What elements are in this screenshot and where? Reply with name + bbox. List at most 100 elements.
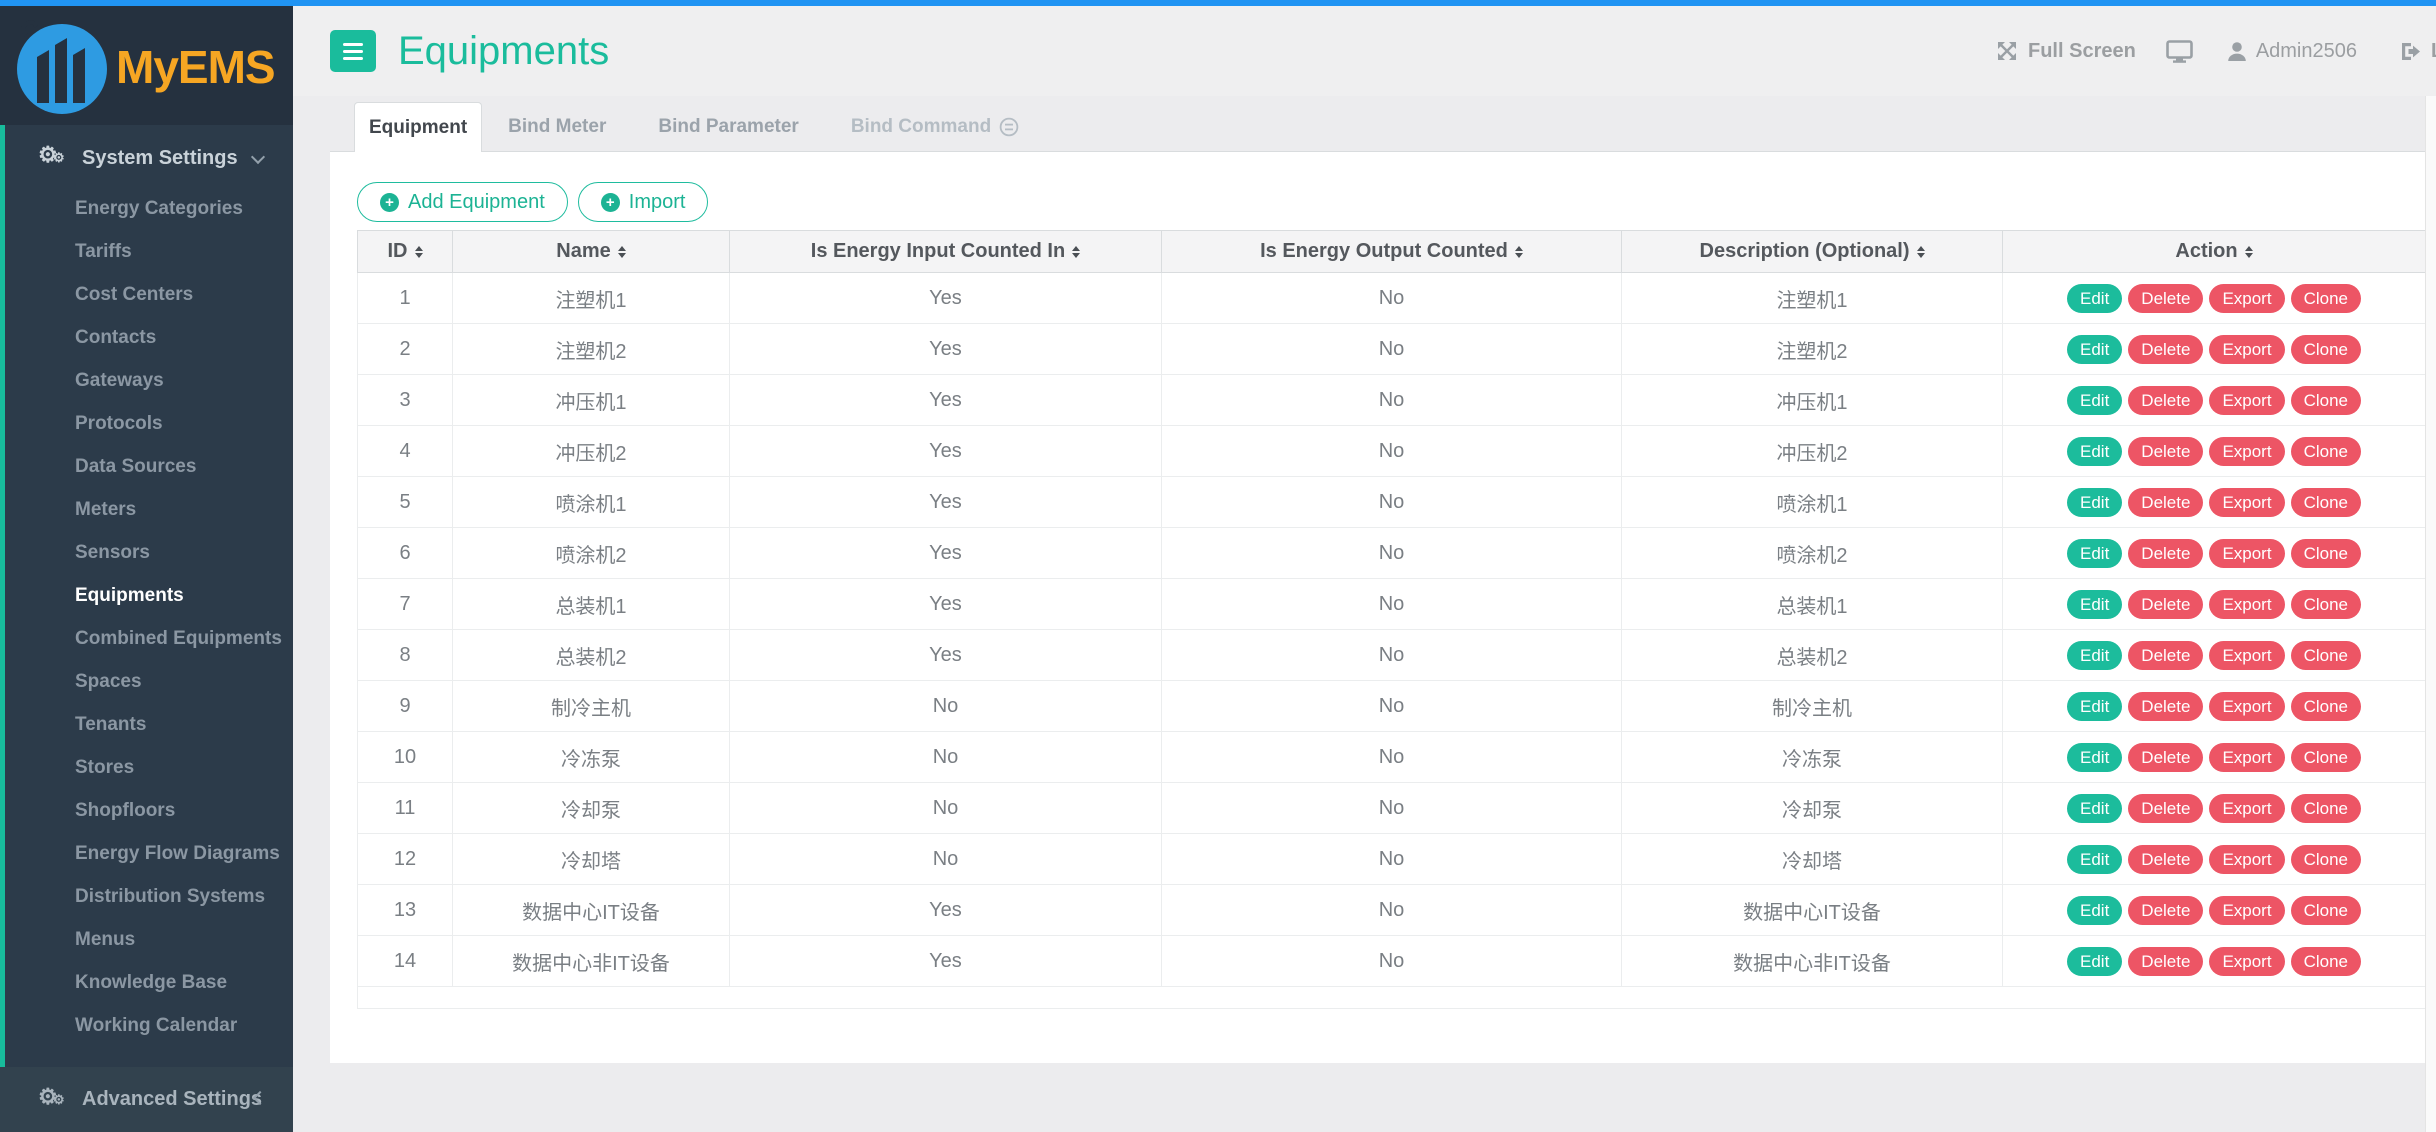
sidebar-item-distribution-systems[interactable]: Distribution Systems — [5, 875, 293, 918]
sidebar-section-system-settings[interactable]: ⚙⚙ System Settings — [5, 133, 293, 183]
edit-button[interactable]: Edit — [2067, 794, 2122, 823]
delete-button[interactable]: Delete — [2128, 539, 2203, 568]
full-screen-button[interactable]: Full Screen — [1995, 39, 2136, 63]
delete-button[interactable]: Delete — [2128, 488, 2203, 517]
sidebar-item-working-calendar[interactable]: Working Calendar — [5, 1004, 293, 1047]
delete-button[interactable]: Delete — [2128, 896, 2203, 925]
clone-button[interactable]: Clone — [2291, 641, 2361, 670]
column-header-input-counted[interactable]: Is Energy Input Counted In — [730, 231, 1162, 273]
delete-button[interactable]: Delete — [2128, 335, 2203, 364]
clone-button[interactable]: Clone — [2291, 335, 2361, 364]
export-button[interactable]: Export — [2209, 947, 2284, 976]
sidebar-item-combined-equipments[interactable]: Combined Equipments — [5, 617, 293, 660]
sidebar-item-knowledge-base[interactable]: Knowledge Base — [5, 961, 293, 1004]
import-button[interactable]: + Import — [578, 182, 709, 222]
add-equipment-button[interactable]: + Add Equipment — [357, 182, 568, 222]
clone-button[interactable]: Clone — [2291, 284, 2361, 313]
header-actions: Full Screen Admin2506 Log out — [1995, 6, 2436, 96]
export-button[interactable]: Export — [2209, 488, 2284, 517]
export-button[interactable]: Export — [2209, 641, 2284, 670]
clone-button[interactable]: Clone — [2291, 590, 2361, 619]
edit-button[interactable]: Edit — [2067, 743, 2122, 772]
clone-button[interactable]: Clone — [2291, 692, 2361, 721]
clone-button[interactable]: Clone — [2291, 488, 2361, 517]
column-header-action[interactable]: Action — [2003, 231, 2426, 273]
sidebar-section-advanced-settings[interactable]: ⚙⚙ Advanced Settings — [0, 1067, 293, 1132]
delete-button[interactable]: Delete — [2128, 947, 2203, 976]
export-button[interactable]: Export — [2209, 896, 2284, 925]
sidebar-item-sensors[interactable]: Sensors — [5, 531, 293, 574]
clone-button[interactable]: Clone — [2291, 845, 2361, 874]
sidebar-item-tariffs[interactable]: Tariffs — [5, 230, 293, 273]
sidebar-item-stores[interactable]: Stores — [5, 746, 293, 789]
delete-button[interactable]: Delete — [2128, 590, 2203, 619]
edit-button[interactable]: Edit — [2067, 692, 2122, 721]
sidebar-item-shopfloors[interactable]: Shopfloors — [5, 789, 293, 832]
sidebar-item-gateways[interactable]: Gateways — [5, 359, 293, 402]
user-menu[interactable]: Admin2506 — [2227, 40, 2357, 63]
export-button[interactable]: Export — [2209, 386, 2284, 415]
delete-button[interactable]: Delete — [2128, 794, 2203, 823]
delete-button[interactable]: Delete — [2128, 386, 2203, 415]
delete-button[interactable]: Delete — [2128, 845, 2203, 874]
logo[interactable]: MyEMS — [0, 0, 293, 125]
logout-button[interactable]: Log out — [2399, 40, 2436, 63]
delete-button[interactable]: Delete — [2128, 743, 2203, 772]
sidebar-item-protocols[interactable]: Protocols — [5, 402, 293, 445]
export-button[interactable]: Export — [2209, 692, 2284, 721]
sidebar-item-energy-flow-diagrams[interactable]: Energy Flow Diagrams — [5, 832, 293, 875]
edit-button[interactable]: Edit — [2067, 947, 2122, 976]
sidebar-item-tenants[interactable]: Tenants — [5, 703, 293, 746]
edit-button[interactable]: Edit — [2067, 488, 2122, 517]
tab-bind-meter[interactable]: Bind Meter — [482, 102, 632, 152]
sidebar-item-spaces[interactable]: Spaces — [5, 660, 293, 703]
sidebar-item-energy-categories[interactable]: Energy Categories — [5, 187, 293, 230]
clone-button[interactable]: Clone — [2291, 539, 2361, 568]
export-button[interactable]: Export — [2209, 743, 2284, 772]
export-button[interactable]: Export — [2209, 284, 2284, 313]
column-header-name[interactable]: Name — [453, 231, 730, 273]
sidebar-item-contacts[interactable]: Contacts — [5, 316, 293, 359]
column-header-id[interactable]: ID — [358, 231, 453, 273]
column-header-output-counted[interactable]: Is Energy Output Counted — [1162, 231, 1622, 273]
sidebar-item-data-sources[interactable]: Data Sources — [5, 445, 293, 488]
delete-button[interactable]: Delete — [2128, 284, 2203, 313]
delete-button[interactable]: Delete — [2128, 692, 2203, 721]
cell-name: 注塑机2 — [453, 324, 730, 375]
scrollbar[interactable] — [2425, 96, 2436, 1132]
circle-list-icon — [999, 117, 1019, 137]
export-button[interactable]: Export — [2209, 794, 2284, 823]
clone-button[interactable]: Clone — [2291, 896, 2361, 925]
edit-button[interactable]: Edit — [2067, 590, 2122, 619]
export-button[interactable]: Export — [2209, 590, 2284, 619]
edit-button[interactable]: Edit — [2067, 896, 2122, 925]
export-button[interactable]: Export — [2209, 335, 2284, 364]
sidebar-item-cost-centers[interactable]: Cost Centers — [5, 273, 293, 316]
sidebar-item-equipments[interactable]: Equipments — [5, 574, 293, 617]
edit-button[interactable]: Edit — [2067, 284, 2122, 313]
export-button[interactable]: Export — [2209, 845, 2284, 874]
export-button[interactable]: Export — [2209, 437, 2284, 466]
tab-bind-parameter[interactable]: Bind Parameter — [632, 102, 824, 152]
clone-button[interactable]: Clone — [2291, 437, 2361, 466]
clone-button[interactable]: Clone — [2291, 794, 2361, 823]
clone-button[interactable]: Clone — [2291, 743, 2361, 772]
sidebar-toggle-button[interactable] — [330, 30, 376, 72]
edit-button[interactable]: Edit — [2067, 641, 2122, 670]
edit-button[interactable]: Edit — [2067, 437, 2122, 466]
column-header-description[interactable]: Description (Optional) — [1622, 231, 2003, 273]
sidebar-item-meters[interactable]: Meters — [5, 488, 293, 531]
edit-button[interactable]: Edit — [2067, 539, 2122, 568]
delete-button[interactable]: Delete — [2128, 437, 2203, 466]
edit-button[interactable]: Edit — [2067, 335, 2122, 364]
export-button[interactable]: Export — [2209, 539, 2284, 568]
tab-equipment[interactable]: Equipment — [354, 102, 482, 152]
delete-button[interactable]: Delete — [2128, 641, 2203, 670]
edit-button[interactable]: Edit — [2067, 386, 2122, 415]
clone-button[interactable]: Clone — [2291, 386, 2361, 415]
clone-button[interactable]: Clone — [2291, 947, 2361, 976]
display-button[interactable] — [2166, 40, 2193, 63]
sidebar-item-menus[interactable]: Menus — [5, 918, 293, 961]
tab-bind-command[interactable]: Bind Command — [825, 102, 1045, 152]
edit-button[interactable]: Edit — [2067, 845, 2122, 874]
